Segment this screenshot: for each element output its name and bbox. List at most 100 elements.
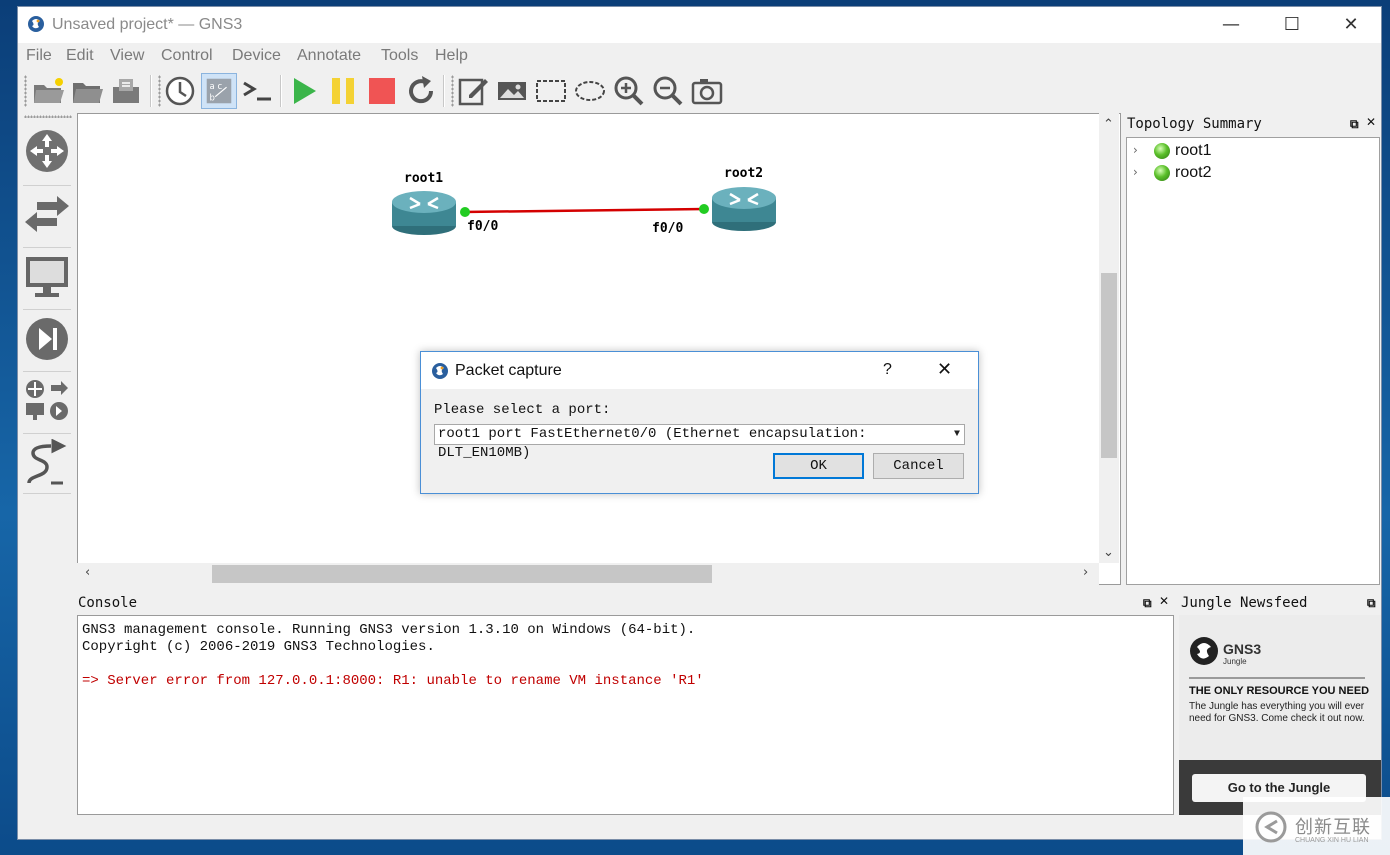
zoom-out-icon[interactable] xyxy=(650,73,686,109)
dropdown-arrow-icon[interactable]: ▼ xyxy=(954,425,960,444)
jungle-body-text: The Jungle has everything you will ever … xyxy=(1189,701,1365,724)
console-dock: Console ⧉ ✕ GNS3 management console. Run… xyxy=(77,591,1175,817)
jungle-brand-sub: Jungle xyxy=(1223,657,1247,666)
console-output[interactable]: GNS3 management console. Running GNS3 ve… xyxy=(77,615,1174,815)
router-root1[interactable] xyxy=(392,191,456,235)
menu-view[interactable]: View xyxy=(110,47,144,65)
jungle-headline: THE ONLY RESOURCE YOU NEED xyxy=(1189,685,1370,697)
topology-item-label: root1 xyxy=(1175,142,1212,159)
draw-rectangle-icon[interactable] xyxy=(533,73,569,109)
watermark-subtext: CHUANG XIN HU LIAN xyxy=(1295,837,1369,844)
console-all-icon[interactable] xyxy=(240,73,276,109)
watermark-text: 创新互联 xyxy=(1295,817,1371,838)
link-root1-root2[interactable] xyxy=(462,207,706,214)
security-devices-icon[interactable] xyxy=(23,315,71,363)
menu-file[interactable]: File xyxy=(26,47,52,65)
expand-chevron-icon[interactable]: › xyxy=(1133,143,1138,157)
port-label-root1: f0/0 xyxy=(467,219,499,234)
float-dock-icon[interactable]: ⧉ xyxy=(1350,117,1359,132)
window-title: Unsaved project* — GNS3 xyxy=(52,16,243,33)
close-button[interactable]: ✕ xyxy=(1322,7,1380,43)
toolbar-separator xyxy=(23,371,71,372)
ok-button[interactable]: OK xyxy=(773,453,864,479)
scroll-right-icon[interactable]: › xyxy=(1083,565,1088,580)
dialog-close-button[interactable]: ✕ xyxy=(937,359,952,380)
all-devices-icon[interactable] xyxy=(23,377,71,425)
toolbar-separator xyxy=(23,185,71,186)
stop-all-icon[interactable] xyxy=(364,73,400,109)
toolbar-separator xyxy=(280,75,282,107)
start-all-icon[interactable] xyxy=(286,73,322,109)
show-interface-labels-icon[interactable]: a c b xyxy=(201,73,237,109)
toolbar-separator xyxy=(23,493,71,494)
maximize-button[interactable]: ☐ xyxy=(1263,7,1321,43)
scroll-up-icon[interactable]: ⌃ xyxy=(1103,117,1114,132)
toolbar-grip[interactable] xyxy=(24,75,27,107)
scroll-down-icon[interactable]: ⌄ xyxy=(1103,545,1114,560)
node-label-root2[interactable]: root2 xyxy=(724,166,763,181)
menu-device[interactable]: Device xyxy=(232,47,281,65)
suspend-all-icon[interactable] xyxy=(325,73,361,109)
port-select-dropdown[interactable]: root1 port FastEthernet0/0 (Ethernet enc… xyxy=(434,424,965,461)
router-root2[interactable] xyxy=(712,187,776,231)
horizontal-scroll-thumb[interactable] xyxy=(212,565,712,583)
toolbar-grip[interactable] xyxy=(24,115,72,118)
jungle-newsfeed-content: GNS3 Jungle THE ONLY RESOURCE YOU NEED T… xyxy=(1179,615,1381,815)
toolbar-separator xyxy=(23,247,71,248)
menu-tools[interactable]: Tools xyxy=(381,47,418,65)
float-dock-icon[interactable]: ⧉ xyxy=(1143,596,1152,611)
topology-canvas[interactable]: root1 root2 f0/0 f0/0 xyxy=(77,113,1121,585)
menu-control[interactable]: Control xyxy=(161,47,213,65)
end-devices-icon[interactable] xyxy=(23,253,71,301)
dialog-title: Packet capture xyxy=(455,362,562,379)
gns3-app-icon xyxy=(28,16,44,32)
close-dock-icon[interactable]: ✕ xyxy=(1366,115,1376,129)
reload-all-icon[interactable] xyxy=(403,73,439,109)
cancel-button[interactable]: Cancel xyxy=(873,453,964,479)
dialog-title-bar: Packet capture ? ✕ xyxy=(421,352,978,389)
port-label-root2: f0/0 xyxy=(652,221,684,236)
svg-text:a c: a c xyxy=(210,82,223,92)
expand-chevron-icon[interactable]: › xyxy=(1133,165,1138,179)
watermark-logo-icon xyxy=(1255,811,1287,843)
canvas-horizontal-scrollbar[interactable]: ‹ › xyxy=(77,563,1099,585)
minimize-button[interactable]: — xyxy=(1202,7,1260,43)
add-note-icon[interactable] xyxy=(455,73,491,109)
dialog-help-button[interactable]: ? xyxy=(883,361,892,379)
routers-icon[interactable] xyxy=(23,127,71,175)
menu-edit[interactable]: Edit xyxy=(66,47,94,65)
vertical-scroll-thumb[interactable] xyxy=(1101,273,1117,458)
snapshot-clock-icon[interactable] xyxy=(162,73,198,109)
watermark: 创新互联 CHUANG XIN HU LIAN xyxy=(1243,797,1390,855)
canvas-vertical-scrollbar[interactable]: ⌃ ⌄ xyxy=(1099,113,1119,563)
menu-help[interactable]: Help xyxy=(435,47,468,65)
toolbar-separator xyxy=(23,309,71,310)
packet-capture-dialog: Packet capture ? ✕ Please select a port:… xyxy=(420,351,979,494)
node-label-root1[interactable]: root1 xyxy=(404,171,443,186)
menu-bar: File Edit View Control Device Annotate T… xyxy=(18,43,1381,69)
close-dock-icon[interactable]: ✕ xyxy=(1159,594,1169,608)
zoom-in-icon[interactable] xyxy=(611,73,647,109)
port-select-label: Please select a port: xyxy=(434,402,611,418)
console-line: GNS3 management console. Running GNS3 ve… xyxy=(82,622,696,638)
svg-text:b: b xyxy=(210,93,215,103)
console-error-line: => Server error from 127.0.0.1:8000: R1:… xyxy=(82,673,704,689)
draw-ellipse-icon[interactable] xyxy=(572,73,608,109)
toolbar-grip[interactable] xyxy=(158,75,161,107)
menu-annotate[interactable]: Annotate xyxy=(297,47,361,65)
open-project-icon[interactable] xyxy=(69,73,105,109)
main-toolbar: a c b xyxy=(18,69,1381,113)
status-bar xyxy=(18,819,1381,839)
insert-image-icon[interactable] xyxy=(494,73,530,109)
topology-summary-list: › root1 › root2 xyxy=(1126,137,1380,585)
add-link-icon[interactable] xyxy=(23,439,71,487)
save-project-icon[interactable] xyxy=(108,73,144,109)
screenshot-icon[interactable] xyxy=(689,73,725,109)
new-project-icon[interactable] xyxy=(30,73,66,109)
switches-icon[interactable] xyxy=(23,191,71,239)
toolbar-grip[interactable] xyxy=(451,75,454,107)
device-type-toolbar xyxy=(18,113,76,821)
float-dock-icon[interactable]: ⧉ xyxy=(1367,596,1376,611)
scroll-left-icon[interactable]: ‹ xyxy=(85,565,90,580)
